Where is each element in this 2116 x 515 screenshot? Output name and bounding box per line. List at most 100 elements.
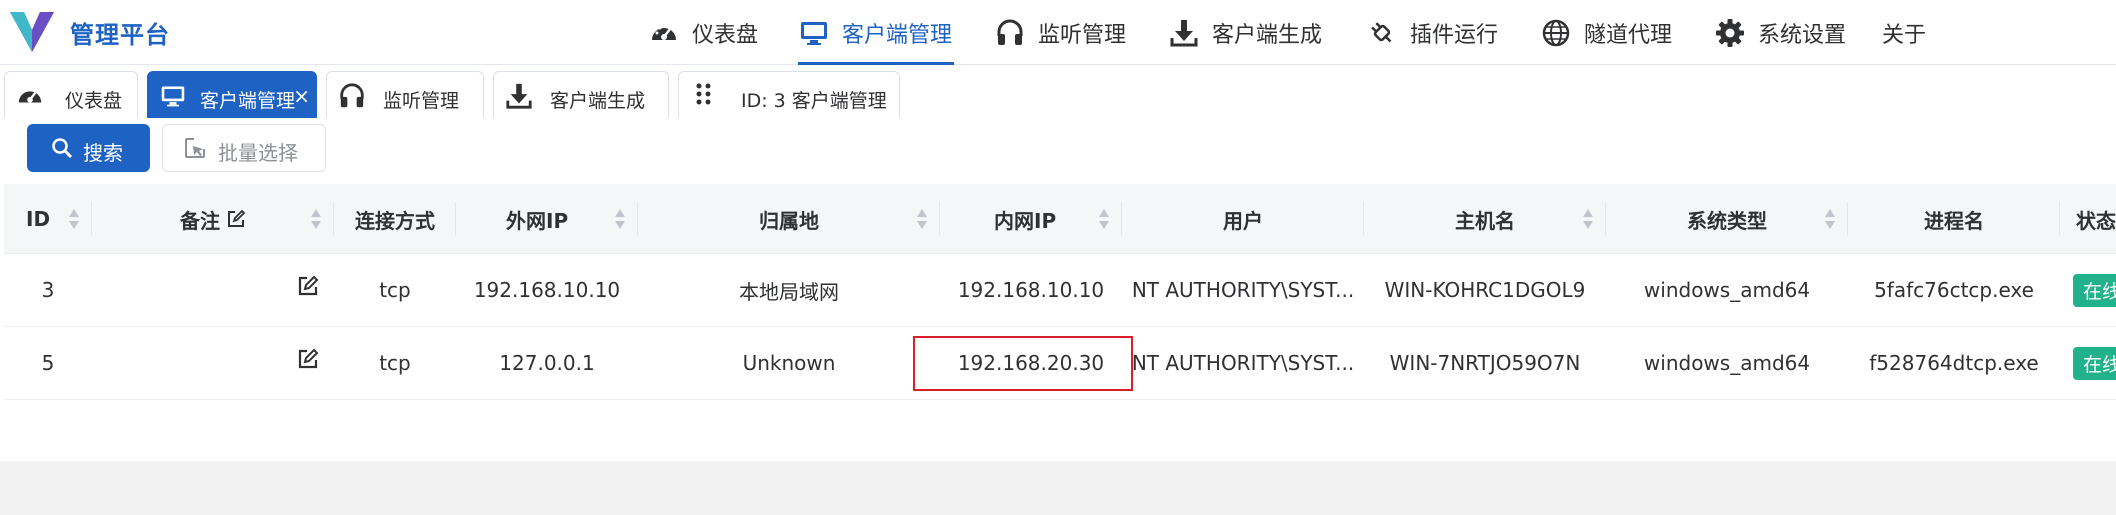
cell-hostname: WIN-KOHRC1DGOL9 bbox=[1384, 278, 1586, 302]
close-icon[interactable]: × bbox=[293, 84, 310, 108]
column-header-label: 内网IP bbox=[994, 208, 1057, 233]
cell-lan-ip: 192.168.10.10 bbox=[957, 278, 1105, 302]
sort-icon[interactable] bbox=[1098, 207, 1110, 231]
cell-location: 本地局域网 bbox=[739, 279, 839, 304]
tab-client-detail[interactable]: ID: 3 客户端管理 bbox=[678, 71, 900, 118]
column-header-lan-ip[interactable]: 内网IP bbox=[940, 184, 1122, 254]
nav-item-client-builder[interactable]: 客户端生成 bbox=[1168, 0, 1324, 65]
select-box-icon bbox=[183, 136, 207, 160]
column-header-label: 系统类型 bbox=[1687, 208, 1767, 233]
cell-id: 5 bbox=[41, 351, 55, 375]
cell-id: 3 bbox=[41, 278, 55, 302]
tab-client-management[interactable]: 客户端管理 × bbox=[147, 71, 317, 118]
logo-icon bbox=[10, 12, 54, 52]
cell-wan-ip: 127.0.0.1 bbox=[499, 351, 595, 375]
column-header-status[interactable]: 状态 bbox=[2060, 184, 2116, 254]
nav-item-tunnel-proxy[interactable]: 隧道代理 bbox=[1540, 0, 1676, 65]
edit-icon[interactable] bbox=[296, 274, 320, 298]
nav-item-plugins[interactable]: 插件运行 bbox=[1366, 0, 1506, 65]
cell-user: NT AUTHORITY\SYST... bbox=[1131, 278, 1355, 302]
cell-connection: tcp bbox=[379, 351, 411, 375]
column-header-label: 用户 bbox=[1223, 208, 1263, 233]
tab-client-builder[interactable]: 客户端生成 bbox=[493, 71, 669, 118]
gear-icon bbox=[1714, 17, 1746, 49]
cell-hostname: WIN-7NRTJO59O7N bbox=[1389, 351, 1581, 375]
sort-icon[interactable] bbox=[310, 207, 322, 231]
column-header-id[interactable]: ID bbox=[4, 184, 92, 254]
search-button-label: 搜索 bbox=[83, 141, 123, 165]
main-menu: 仪表盘 客户端管理 监听管理 客户端生成 插件运行 隧道代理 系统设置 关于 bbox=[648, 0, 1942, 65]
column-header-remark[interactable]: 备注 bbox=[92, 184, 334, 254]
status-badge: 在线 bbox=[2073, 347, 2116, 380]
app-title: 管理平台 bbox=[70, 20, 170, 49]
brand[interactable]: 管理平台 bbox=[10, 10, 170, 54]
column-header-process[interactable]: 进程名 bbox=[1848, 184, 2060, 254]
tab-dashboard[interactable]: 仪表盘 bbox=[4, 71, 138, 118]
sort-icon[interactable] bbox=[1582, 207, 1594, 231]
nav-item-clients[interactable]: 客户端管理 bbox=[798, 0, 954, 65]
column-header-label: 归属地 bbox=[759, 208, 819, 233]
cell-lan-ip: 192.168.20.30 bbox=[957, 351, 1105, 375]
search-button[interactable]: 搜索 bbox=[27, 124, 150, 172]
cell-os: windows_amd64 bbox=[1643, 351, 1811, 375]
column-header-label: 主机名 bbox=[1455, 208, 1515, 233]
tab-label: 监听管理 bbox=[383, 90, 460, 112]
tab-listeners[interactable]: 监听管理 bbox=[326, 71, 484, 118]
batch-select-label: 批量选择 bbox=[218, 141, 298, 165]
sort-icon[interactable] bbox=[916, 207, 928, 231]
cell-process: 5fafc76ctcp.exe bbox=[1874, 278, 2034, 302]
nav-item-settings[interactable]: 系统设置 bbox=[1714, 0, 1850, 65]
download-icon bbox=[504, 81, 534, 111]
drag-handle-icon[interactable] bbox=[689, 81, 719, 111]
column-header-label: 备注 bbox=[180, 208, 220, 233]
top-navbar: 管理平台 仪表盘 客户端管理 监听管理 客户端生成 插件运行 隧道代理 系统设置… bbox=[0, 0, 2116, 65]
tab-label: 客户端管理 bbox=[200, 90, 296, 112]
nav-label: 关于 bbox=[1882, 22, 1927, 48]
cell-os: windows_amd64 bbox=[1643, 278, 1811, 302]
column-header-wan-ip[interactable]: 外网IP bbox=[456, 184, 638, 254]
column-header-label: 外网IP bbox=[506, 208, 569, 233]
dashboard-gauge-icon bbox=[15, 81, 45, 111]
nav-item-about[interactable]: 关于 bbox=[1882, 0, 1942, 65]
cell-wan-ip: 192.168.10.10 bbox=[473, 278, 621, 302]
monitor-icon bbox=[158, 81, 188, 111]
cell-remark bbox=[92, 327, 334, 399]
nav-item-dashboard[interactable]: 仪表盘 bbox=[648, 0, 794, 65]
column-header-label: 连接方式 bbox=[355, 208, 435, 233]
nav-label: 客户端管理 bbox=[842, 22, 953, 48]
nav-label: 隧道代理 bbox=[1584, 22, 1673, 48]
cell-connection: tcp bbox=[379, 278, 411, 302]
sort-icon[interactable] bbox=[68, 207, 80, 231]
globe-icon bbox=[1540, 17, 1572, 49]
tab-label: ID: 3 客户端管理 bbox=[741, 90, 887, 112]
sort-icon[interactable] bbox=[1824, 207, 1836, 231]
nav-label: 仪表盘 bbox=[692, 22, 759, 48]
plug-icon bbox=[1366, 17, 1398, 49]
tabs-bar: 仪表盘 客户端管理 × 监听管理 客户端生成 ID: 3 客户端管理 bbox=[0, 66, 2116, 118]
table-row[interactable]: 5 tcp 127.0.0.1 Unknown 192.168.20.30 NT… bbox=[4, 327, 2116, 400]
nav-label: 系统设置 bbox=[1758, 22, 1847, 48]
cell-process: f528764dtcp.exe bbox=[1869, 351, 2039, 375]
column-header-user[interactable]: 用户 bbox=[1122, 184, 1364, 254]
column-header-label: ID bbox=[26, 207, 51, 231]
column-header-os[interactable]: 系统类型 bbox=[1606, 184, 1848, 254]
table-row[interactable]: 3 tcp 192.168.10.10 本地局域网 192.168.10.10 … bbox=[4, 254, 2116, 327]
batch-select-button[interactable]: 批量选择 bbox=[162, 124, 326, 172]
monitor-icon bbox=[798, 17, 830, 49]
sort-icon[interactable] bbox=[614, 207, 626, 231]
nav-item-listeners[interactable]: 监听管理 bbox=[994, 0, 1130, 65]
column-header-location[interactable]: 归属地 bbox=[638, 184, 940, 254]
table-header: ID 备注 连接方式 外网IP 归属地 内网IP 用户 主机名 系统类型 进程名… bbox=[4, 184, 2116, 254]
cell-user: NT AUTHORITY\SYST... bbox=[1131, 351, 1355, 375]
nav-label: 监听管理 bbox=[1038, 22, 1127, 48]
column-header-hostname[interactable]: 主机名 bbox=[1364, 184, 1606, 254]
dashboard-gauge-icon bbox=[648, 17, 680, 49]
status-badge: 在线 bbox=[2073, 274, 2116, 307]
page-footer-area bbox=[0, 461, 2116, 515]
search-icon bbox=[50, 136, 74, 160]
tab-label: 仪表盘 bbox=[65, 90, 123, 112]
column-header-connection[interactable]: 连接方式 bbox=[334, 184, 456, 254]
edit-icon[interactable] bbox=[296, 347, 320, 371]
column-header-label: 状态 bbox=[2076, 208, 2116, 233]
nav-label: 插件运行 bbox=[1410, 22, 1499, 48]
